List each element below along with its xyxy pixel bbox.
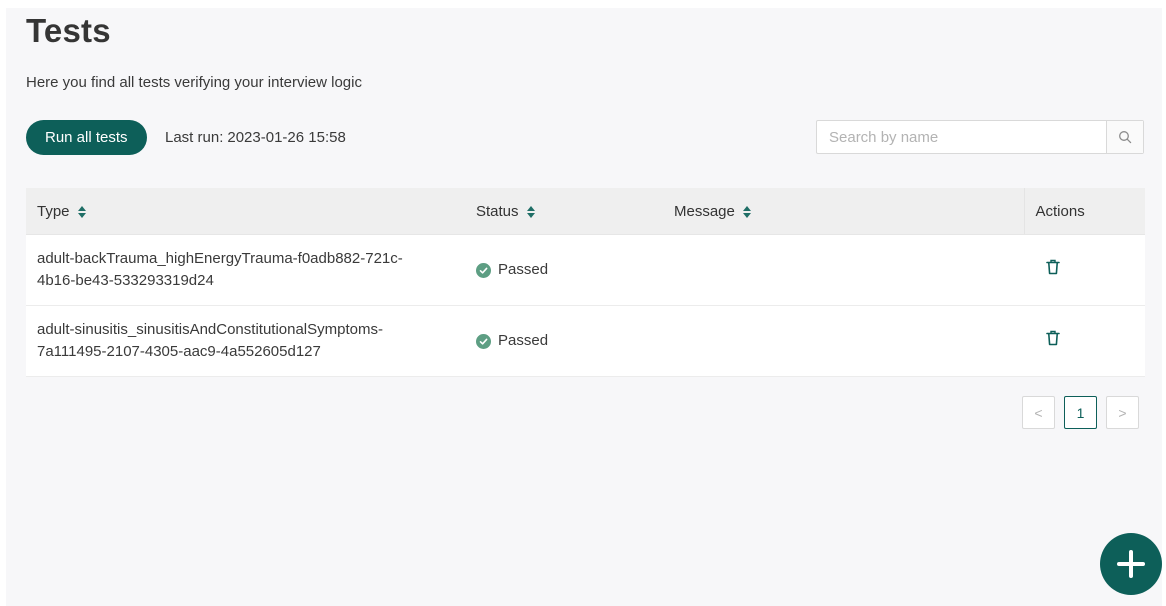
column-label-status: Status	[476, 202, 519, 220]
search-box	[816, 120, 1144, 154]
search-icon	[1119, 131, 1132, 144]
run-all-tests-button[interactable]: Run all tests	[26, 120, 147, 155]
test-type-line: adult-sinusitis_sinusitisAndConstitution…	[37, 321, 383, 338]
sort-icon[interactable]	[77, 205, 86, 219]
pagination: < 1 >	[1022, 396, 1139, 429]
table-row: adult-sinusitis_sinusitisAndConstitution…	[26, 305, 1145, 377]
test-actions-cell	[1024, 305, 1145, 377]
page-title: Tests	[26, 12, 111, 49]
trash-icon	[1046, 259, 1060, 274]
column-label-message: Message	[674, 202, 735, 220]
sort-icon[interactable]	[526, 205, 535, 219]
column-header-status[interactable]: Status	[465, 188, 663, 235]
check-circle-icon	[476, 262, 491, 278]
tests-table: Type Status Message Actions adult-backTr…	[26, 188, 1145, 377]
test-type-line: adult-backTrauma_highEnergyTrauma-f0adb8…	[37, 250, 403, 267]
column-header-message[interactable]: Message	[663, 188, 1024, 235]
check-circle-icon	[476, 333, 491, 349]
test-type-line: 7a111495-2107-4305-aac9-4a552605d127	[37, 343, 321, 360]
table-row: adult-backTrauma_highEnergyTrauma-f0adb8…	[26, 234, 1145, 306]
add-test-button[interactable]	[1100, 533, 1162, 595]
test-message-cell	[663, 234, 1024, 306]
last-run-info: Last run: 2023-01-26 15:58	[165, 129, 346, 146]
tests-page: Tests Here you find all tests verifying …	[6, 8, 1162, 606]
next-page-button[interactable]: >	[1106, 396, 1139, 429]
delete-test-button[interactable]	[1046, 330, 1060, 353]
test-status-cell: Passed	[465, 305, 663, 377]
test-status-cell: Passed	[465, 234, 663, 306]
page-button-current[interactable]: 1	[1064, 396, 1097, 429]
plus-icon	[1117, 550, 1145, 578]
column-header-actions: Actions	[1023, 188, 1145, 235]
column-label-type: Type	[37, 202, 70, 220]
status-text: Passed	[498, 261, 549, 278]
test-actions-cell	[1024, 234, 1145, 306]
prev-page-button[interactable]: <	[1022, 396, 1055, 429]
sort-icon[interactable]	[742, 205, 751, 219]
trash-icon	[1046, 330, 1060, 345]
test-type-cell: adult-sinusitis_sinusitisAndConstitution…	[26, 305, 465, 377]
test-message-cell	[663, 305, 1024, 377]
last-run-value: 2023-01-26 15:58	[227, 129, 346, 146]
search-button[interactable]	[1106, 121, 1143, 153]
delete-test-button[interactable]	[1046, 259, 1060, 282]
last-run-label: Last run:	[165, 129, 224, 146]
column-label-actions: Actions	[1035, 202, 1085, 220]
test-type-cell: adult-backTrauma_highEnergyTrauma-f0adb8…	[26, 234, 465, 306]
test-type-line: 4b16-be43-533293319d24	[37, 272, 214, 289]
table-header-row: Type Status Message Actions	[26, 188, 1145, 235]
page-subtitle: Here you find all tests verifying your i…	[26, 74, 362, 91]
status-text: Passed	[498, 332, 549, 349]
search-input[interactable]	[817, 121, 1106, 153]
column-header-type[interactable]: Type	[26, 188, 465, 235]
